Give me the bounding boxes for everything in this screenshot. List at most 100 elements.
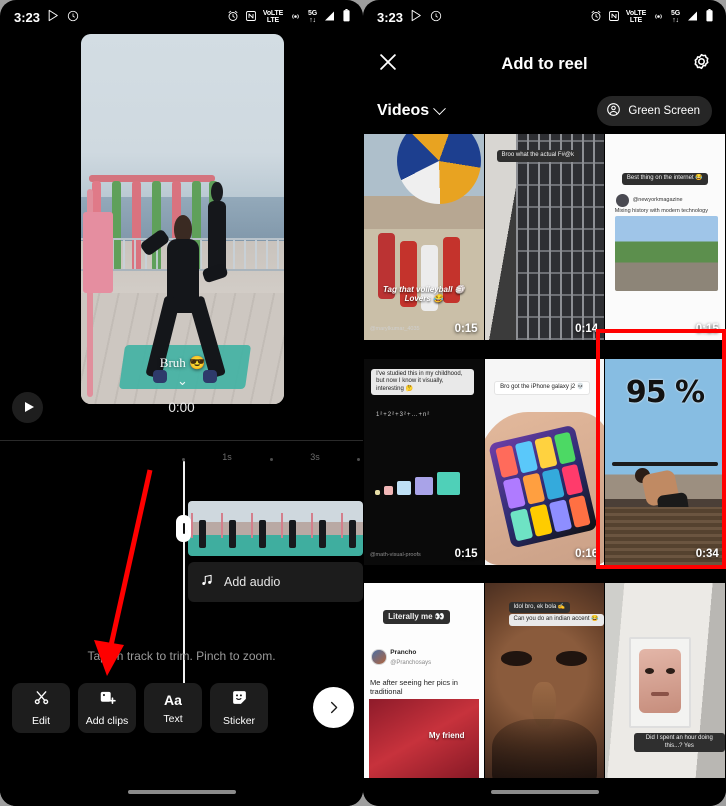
status-bar-right-group: VoLTE LTE 5G ↑↓ [227, 9, 351, 25]
thumb-handle: @marylkumar_4035 [369, 325, 420, 332]
preview-person [138, 208, 229, 384]
thumb-image-caption: My friend [428, 730, 465, 740]
add-clips-button[interactable]: Add clips [78, 683, 136, 733]
thumb-overlay-text: Bro got the iPhone galaxy j2 💀 [494, 381, 591, 395]
media-type-selector[interactable]: Videos [377, 101, 447, 120]
battery-icon [342, 9, 351, 25]
edit-label: Edit [31, 715, 51, 727]
network-arrows: ↑↓ [309, 17, 316, 24]
thumbnail-image [364, 134, 484, 340]
thumb-overlay-text: Did I spent an hour doing this...? Yes [633, 733, 725, 753]
meme-photo [368, 698, 479, 790]
scissors-icon [33, 689, 50, 711]
volte-label-top: VoLTE [625, 9, 647, 17]
add-clips-label: Add clips [85, 715, 129, 727]
grill-pattern [515, 134, 605, 340]
hotspot-icon [652, 10, 665, 25]
green-screen-label: Green Screen [628, 105, 700, 117]
thumb-subtext: Mixing history with modern technology [614, 208, 708, 215]
next-button[interactable] [313, 687, 354, 728]
music-note-icon [200, 573, 214, 592]
signal-icon [323, 10, 336, 25]
volte-label-bottom: LTE [266, 17, 280, 24]
editor-toolbar: Edit Add clips Aa Text Sticker [12, 683, 268, 733]
thumb-caption-line2: Lovers 😂 [404, 293, 443, 303]
thumb-duration: 0:14 [575, 323, 599, 335]
thumbnail-image [484, 134, 605, 340]
alarm-icon [227, 10, 239, 25]
battery-icon [705, 9, 714, 25]
thumb-handle: @Pranchosays [390, 659, 432, 666]
clip-frame [278, 501, 308, 556]
add-audio-track[interactable]: Add audio [188, 562, 363, 602]
green-screen-button[interactable]: Green Screen [597, 96, 712, 126]
thumb-overlay-text: Idol bro, ek bola ✍ [508, 601, 571, 614]
timeline-hint-text: Tap on track to trim. Pinch to zoom. [87, 649, 276, 663]
sticker-button[interactable]: Sticker [210, 683, 268, 733]
timeline-panel[interactable]: 1s 3s Add audio Tap on track to trim. Pi… [0, 441, 363, 806]
status-bar-left-group: 3:23 [377, 9, 442, 25]
status-bar-right: 3:23 VoLTE LTE 5G ↑↓ [363, 0, 726, 34]
nfc-icon [245, 10, 257, 25]
grid-cell-building-grill[interactable]: Broo what the actual F#@k 0:14 [484, 134, 605, 340]
avatar [615, 193, 630, 208]
nav-bar-left [0, 778, 363, 806]
grid-cell-math-visual[interactable]: 1²+2²+3²+…+n² I've studied this in my ch… [364, 358, 484, 565]
grid-cell-robot-dog[interactable]: @newyorkmagazine Mixing history with mod… [605, 134, 725, 340]
page-title: Add to reel [501, 54, 588, 73]
grid-cell-literally-me[interactable]: Prancho @Pranchosays Me after seeing her… [364, 583, 484, 790]
add-audio-label: Add audio [224, 575, 281, 589]
thumb-duration: 0:34 [695, 547, 719, 560]
add-to-reel-header: Add to reel [363, 42, 726, 86]
edit-button[interactable]: Edit [12, 683, 70, 733]
play-store-icon [47, 9, 60, 25]
play-store-icon [410, 9, 423, 25]
clip-trim-handle[interactable] [176, 515, 191, 542]
clip-frame [218, 501, 248, 556]
status-bar-left-group: 3:23 [14, 9, 79, 25]
clip-frame [308, 501, 338, 556]
grid-cell-face-closeup[interactable]: Idol bro, ek bola ✍ Can you do an indian… [484, 583, 605, 790]
thumb-subtext: Me after seeing her pics in traditional [369, 678, 458, 697]
text-button[interactable]: Aa Text [144, 683, 202, 733]
video-preview[interactable]: Bruh 😎 ⌄ [81, 34, 284, 404]
card-photo [614, 216, 718, 291]
network-label: 5G [671, 9, 680, 17]
nfc-icon [608, 10, 620, 25]
chevron-right-icon [326, 700, 341, 715]
hotspot-icon [289, 10, 302, 25]
video-clip-track[interactable] [188, 501, 363, 556]
sticker-label: Sticker [222, 715, 256, 727]
clip-frame [248, 501, 278, 556]
thumb-account: @newyorkmagazine [632, 196, 683, 203]
timeline-playhead[interactable] [183, 461, 185, 710]
alarm-icon [590, 10, 602, 25]
thumbnail-image [605, 583, 725, 790]
home-indicator[interactable] [127, 790, 236, 794]
status-time: 3:23 [377, 9, 404, 25]
thumbnail-image: @newyorkmagazine Mixing history with mod… [605, 134, 725, 340]
grid-cell-iphone-hand[interactable]: Bro got the iPhone galaxy j2 💀 0:16 [484, 358, 605, 565]
thumbnail-image: 95 % [605, 358, 725, 565]
gear-icon[interactable] [691, 51, 712, 77]
grid-cell-mirror-face[interactable]: Did I spent an hour doing this...? Yes [605, 583, 725, 790]
clock-badge-icon [430, 10, 442, 25]
color-swatches [374, 471, 460, 495]
ruler-tick [270, 458, 273, 461]
network-label: 5G [308, 9, 317, 17]
thumb-duration: 0:15 [454, 323, 478, 335]
thumb-caption-line1: Tag that volleyball 🏐 [382, 284, 465, 294]
eye-left [501, 651, 533, 666]
text-aa-icon: Aa [164, 691, 182, 708]
grid-cell-pullup-95[interactable]: 95 % 0:34 [605, 358, 725, 565]
signal-icon [686, 10, 699, 25]
clip-frame [188, 501, 218, 556]
close-icon[interactable] [377, 51, 399, 78]
grid-cell-volleyball[interactable]: Tag that volleyball 🏐 Lovers 😂 @marylkum… [364, 134, 484, 340]
status-bar-left: 3:23 VoLTE LTE 5G ↑↓ [0, 0, 363, 34]
media-subbar: Videos Green Screen [363, 92, 726, 130]
video-grid: Tag that volleyball 🏐 Lovers 😂 @marylkum… [363, 134, 726, 806]
5g-icon: 5G ↑↓ [671, 10, 680, 25]
home-indicator[interactable] [490, 790, 599, 794]
playback-row: 0:00 [0, 374, 363, 440]
